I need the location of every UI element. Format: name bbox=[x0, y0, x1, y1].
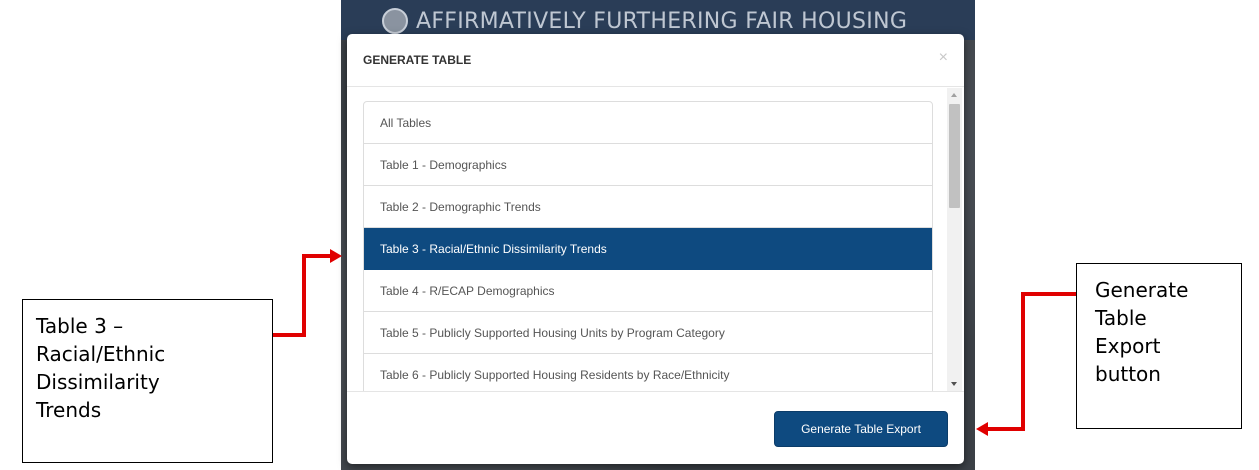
left-arrow-line bbox=[273, 254, 330, 337]
callout-arrows bbox=[273, 249, 1076, 436]
right-arrowhead-icon bbox=[976, 422, 988, 436]
right-arrow-line bbox=[988, 292, 1076, 431]
left-arrowhead-icon bbox=[330, 249, 342, 263]
